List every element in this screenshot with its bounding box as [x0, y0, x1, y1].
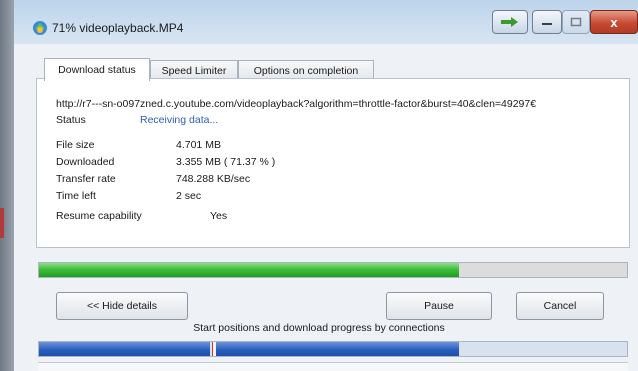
cancel-button[interactable]: Cancel	[516, 292, 604, 320]
window-title: 71% videoplayback.MP4	[52, 21, 184, 35]
desktop-edge-accent	[0, 208, 4, 238]
downloaded-value: 3.355 MB ( 71.37 % )	[176, 156, 276, 168]
time-left-label: Time left	[56, 190, 96, 202]
resume-capability-value: Yes	[210, 210, 228, 222]
download-url: http://r7---sn-o097zned.c.youtube.com/vi…	[56, 98, 537, 110]
connections-list-edge	[38, 362, 628, 371]
close-button[interactable]: x	[590, 10, 638, 34]
transfer-rate-label: Transfer rate	[56, 173, 116, 185]
idm-app-icon	[33, 21, 47, 35]
connections-progress-bar	[38, 341, 628, 357]
minimize-icon	[542, 23, 552, 25]
hide-details-button[interactable]: << Hide details	[56, 292, 188, 320]
downloaded-label: Downloaded	[56, 156, 115, 168]
download-progress-bar	[38, 262, 628, 278]
transfer-rate-value: 748.288 KB/sec	[176, 173, 251, 185]
connection-segment-1	[39, 342, 210, 356]
time-left-value: 2 sec	[176, 190, 202, 202]
download-window: 71% videoplayback.MP4 x Download status …	[0, 0, 638, 371]
tab-download-status[interactable]: Download status	[44, 58, 150, 81]
title-bar[interactable]: 71% videoplayback.MP4 x	[14, 0, 638, 44]
maximize-icon	[570, 17, 582, 27]
maximize-button[interactable]	[562, 10, 590, 34]
resume-capability-label: Resume capability	[56, 210, 142, 222]
connection-segment-2	[215, 342, 460, 356]
file-size-value: 4.701 MB	[176, 139, 221, 151]
pause-button[interactable]: Pause	[386, 292, 492, 320]
arrow-right-icon	[501, 17, 518, 27]
status-value: Receiving data...	[140, 114, 219, 126]
minimize-button[interactable]	[532, 10, 562, 34]
close-icon: x	[610, 14, 618, 30]
connection-start-marker	[212, 342, 217, 356]
status-label: Status	[56, 114, 86, 126]
desktop-edge	[0, 0, 14, 371]
minimize-to-tray-button[interactable]	[492, 10, 528, 34]
file-size-label: File size	[56, 139, 95, 151]
connections-caption: Start positions and download progress by…	[193, 322, 445, 334]
download-progress-fill	[39, 263, 459, 277]
